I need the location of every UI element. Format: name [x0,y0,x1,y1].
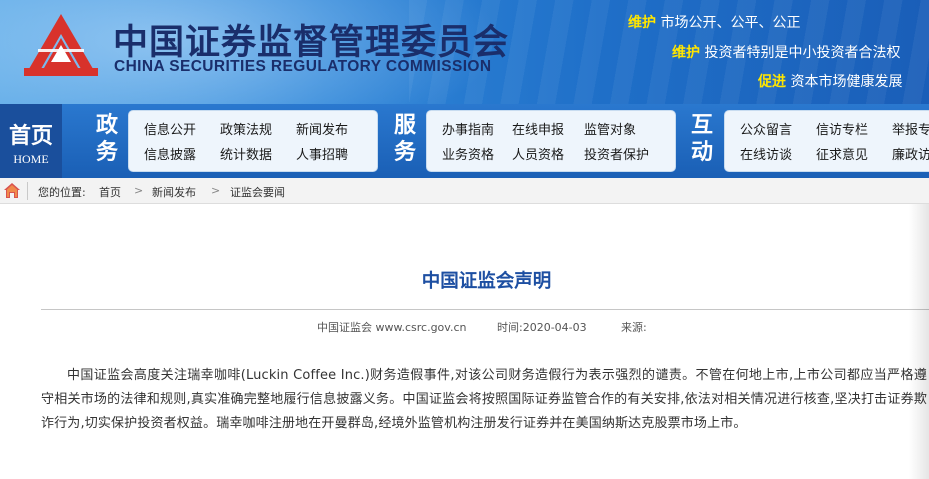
breadcrumb-home-link[interactable]: 首页 [99,184,121,200]
nav-home-label-cn: 首页 [8,123,53,149]
nav-link-petition[interactable]: 信访专栏 [816,119,868,138]
csrc-logo[interactable] [24,12,98,78]
site-header: 中国证券监督管理委员会 CHINA SECURITIES REGULATORY … [0,0,929,104]
slogan-3-text: 资本市场健康发展 [790,74,903,90]
nav-panel-interact: 公众留言 信访专栏 举报专 在线访谈 征求意见 廉政访 [724,110,929,172]
nav-section-service-text: 服务 [393,112,416,165]
article-origin: 来源: [621,321,647,334]
nav-home-button[interactable]: 首页 HOME [0,104,62,178]
nav-link-statistics[interactable]: 统计数据 [220,144,272,163]
slogan-1: 维护 市场公开、公平、公正 [628,12,800,32]
home-icon[interactable] [3,182,21,199]
nav-panel-gov: 信息公开 政策法规 新闻发布 信息披露 统计数据 人事招聘 [128,110,378,172]
title-divider [41,309,929,310]
article-title: 中国证监会声明 [421,271,552,292]
breadcrumb: 您的位置: 首页 > 新闻发布 > 证监会要闻 [0,178,929,204]
slogan-1-text: 市场公开、公平、公正 [660,15,801,31]
nav-section-interact-text: 互动 [690,112,713,165]
nav-panel-service: 办事指南 在线申报 监管对象 业务资格 人员资格 投资者保护 [426,110,676,172]
breadcrumb-csrc-news-link[interactable]: 证监会要闻 [230,184,285,200]
nav-section-label-service: 服务 [390,112,420,166]
breadcrumb-divider [27,182,28,200]
main-nav: 首页 HOME 政务 信息公开 政策法规 新闻发布 信息披露 统计数据 人事招聘… [0,104,929,178]
breadcrumb-separator: > [211,184,221,197]
slogan-2-text: 投资者特别是中小投资者合法权 [704,45,901,61]
nav-section-label-gov: 政务 [92,112,122,166]
nav-link-personnel-qual[interactable]: 人员资格 [512,144,564,163]
nav-link-integrity[interactable]: 廉政访 [892,144,929,163]
nav-link-online-filing[interactable]: 在线申报 [512,119,564,138]
slogan-3: 促进 资本市场健康发展 [758,71,902,91]
slogan-3-verb: 促进 [758,74,786,90]
nav-link-recruitment[interactable]: 人事招聘 [296,144,348,163]
breadcrumb-news-link[interactable]: 新闻发布 [152,184,196,200]
nav-link-info-public[interactable]: 信息公开 [144,119,196,138]
nav-link-disclosure[interactable]: 信息披露 [144,144,196,163]
nav-link-consultation[interactable]: 征求意见 [816,144,868,163]
nav-link-business-qual[interactable]: 业务资格 [442,144,494,163]
slogan-2-verb: 维护 [672,45,700,61]
nav-link-regulated[interactable]: 监管对象 [584,119,636,138]
nav-link-report[interactable]: 举报专 [892,119,929,138]
article-source: 中国证监会 www.csrc.gov.cn [317,321,467,334]
nav-link-online-interview[interactable]: 在线访谈 [740,144,792,163]
site-title-en: CHINA SECURITIES REGULATORY COMMISSION [114,58,492,75]
nav-home-label-en: HOME [13,152,49,166]
slogan-2: 维护 投资者特别是中小投资者合法权 [672,42,900,62]
nav-section-gov-text: 政务 [95,112,118,165]
article-body: 中国证监会高度关注瑞幸咖啡(Luckin Coffee Inc.)财务造假事件,… [41,368,927,431]
nav-link-policy[interactable]: 政策法规 [220,119,272,138]
nav-section-label-interact: 互动 [687,112,717,166]
nav-link-guide[interactable]: 办事指南 [442,119,494,138]
page-edge-shadow [909,204,929,479]
article-time: 时间:2020-04-03 [497,321,587,334]
nav-link-news[interactable]: 新闻发布 [296,119,348,138]
breadcrumb-separator: > [134,184,144,197]
nav-link-investor-protection[interactable]: 投资者保护 [584,144,649,163]
slogan-1-verb: 维护 [628,15,656,31]
breadcrumb-prefix: 您的位置: [38,186,86,199]
nav-link-public-message[interactable]: 公众留言 [740,119,792,138]
